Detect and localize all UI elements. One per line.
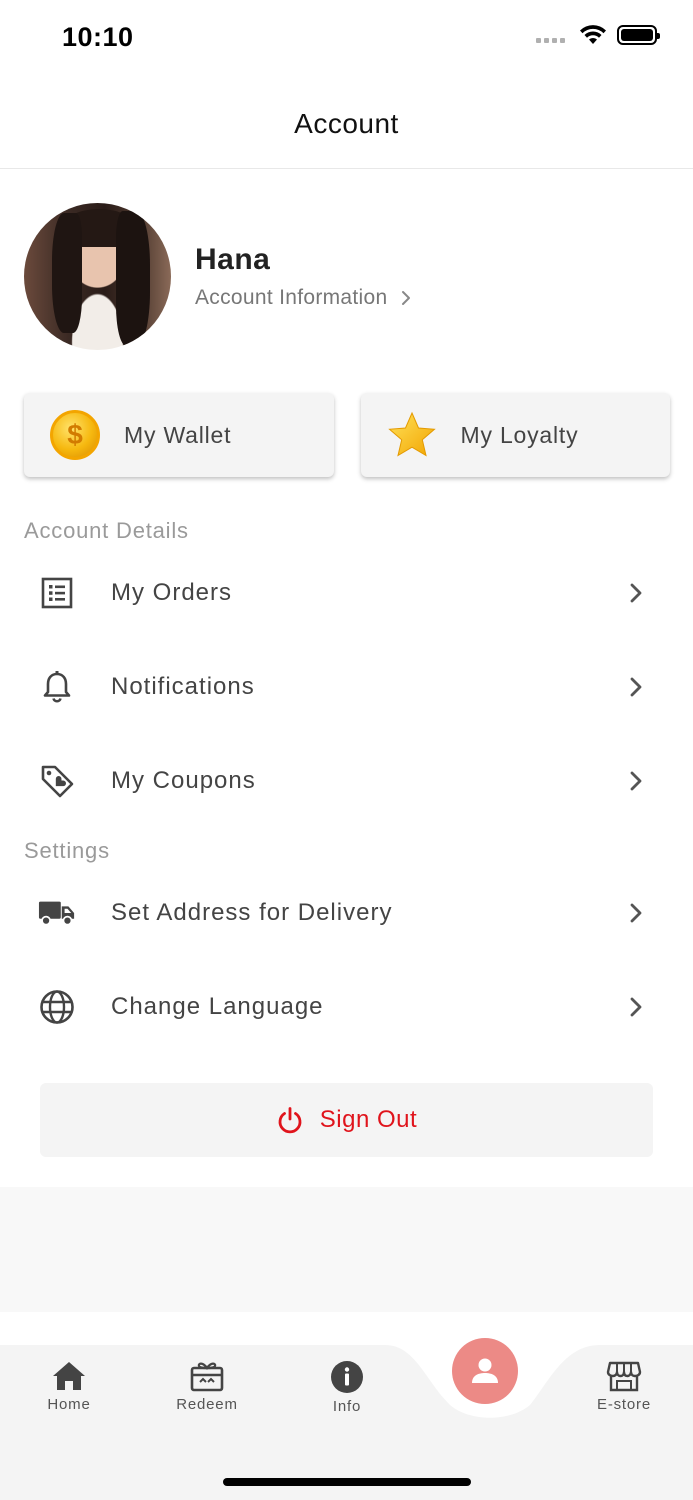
account-icon [472,1358,498,1383]
quick-cards: $ My Wallet My Loyalty [24,393,670,477]
nav-header: Account [0,80,693,169]
menu-item-notifications[interactable]: Notifications [0,640,693,734]
chevron-right-icon [626,997,646,1017]
tab-redeem[interactable]: Redeem [152,1360,262,1413]
my-wallet-button[interactable]: $ My Wallet [24,393,334,477]
store-icon [606,1361,642,1392]
star-icon [387,411,436,457]
menu-item-change-language[interactable]: Change Language [0,960,693,1054]
menu-label: My Orders [111,579,233,606]
tab-e-store[interactable]: E-store [569,1360,679,1413]
account-information-link[interactable]: Account Information [195,286,411,310]
menu-label: Set Address for Delivery [111,899,393,926]
gift-card-icon [190,1362,224,1392]
menu-label: My Coupons [111,767,256,794]
my-loyalty-button[interactable]: My Loyalty [360,393,670,477]
info-icon [331,1361,363,1393]
chevron-right-icon [626,771,646,791]
tag-heart-icon [38,762,76,800]
home-indicator [223,1478,471,1486]
chevron-right-icon [402,291,411,305]
menu-label: Notifications [111,673,255,700]
status-icons [536,24,660,46]
signal-icon [536,37,565,43]
home-icon [53,1362,85,1390]
list-icon [38,574,76,612]
tab-info[interactable]: Info [292,1360,402,1415]
menu-item-my-orders[interactable]: My Orders [0,546,693,640]
wifi-icon [580,25,606,44]
coin-icon: $ [50,410,100,460]
bell-icon [38,668,76,706]
power-icon [278,1107,302,1134]
avatar[interactable] [24,203,171,350]
tab-label: Home [47,1396,91,1413]
section-title-settings: Settings [24,838,110,863]
tab-label: Redeem [176,1396,238,1413]
status-bar: 10:10 [0,0,693,80]
page-title: Account [294,108,399,139]
tab-account[interactable] [452,1338,518,1404]
globe-icon [38,988,76,1026]
chevron-right-icon [626,583,646,603]
tab-label: Info [332,1398,362,1415]
battery-icon [617,25,660,45]
sign-out-label: Sign Out [319,1106,418,1133]
tab-home[interactable]: Home [14,1360,124,1413]
status-time: 10:10 [62,22,134,52]
account-information-label: Account Information [195,286,388,309]
bottom-tab-bar: Home Redeem Info E-store [0,1310,693,1500]
menu-item-my-coupons[interactable]: My Coupons [0,734,693,828]
chevron-right-icon [626,677,646,697]
content-footer-band [0,1187,693,1312]
profile-name: Hana [195,243,271,276]
chevron-right-icon [626,903,646,923]
tab-label: E-store [597,1396,651,1413]
menu-item-set-address[interactable]: Set Address for Delivery [0,866,693,960]
menu-label: Change Language [111,993,324,1020]
section-title-account-details: Account Details [24,518,189,543]
profile-section: Hana Account Information [24,203,664,351]
truck-icon [38,894,76,932]
sign-out-button[interactable]: Sign Out [40,1083,653,1157]
my-wallet-label: My Wallet [124,421,232,448]
my-loyalty-label: My Loyalty [460,421,579,448]
